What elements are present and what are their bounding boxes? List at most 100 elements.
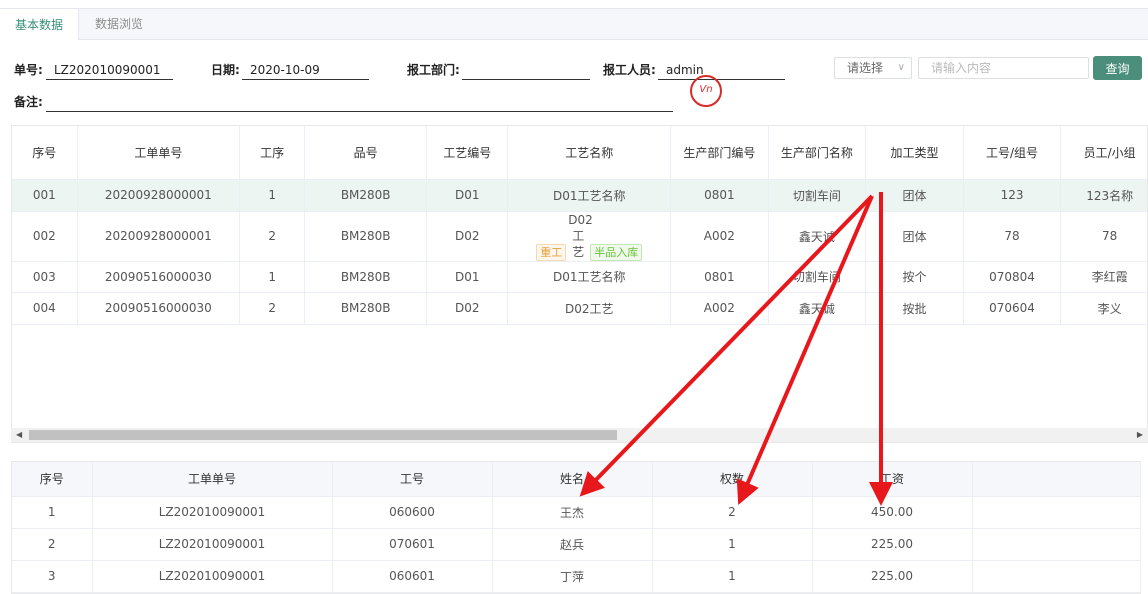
cell-wage: 450.00 (812, 496, 973, 529)
cell-step: 2 (239, 292, 306, 325)
order-label: 单号: (14, 63, 43, 77)
cell-order: 20200928000001 (77, 211, 241, 262)
cell-step: 2 (239, 211, 306, 262)
col-header[interactable]: 生产部门名称 (768, 126, 867, 180)
table-row[interactable]: 002 20200928000001 2 BM280B D02 重工D02工艺半… (12, 211, 1147, 262)
cell-name: 王杰 (492, 496, 653, 529)
cell-item: BM280B (304, 211, 428, 262)
query-button[interactable]: 查询 (1093, 56, 1142, 80)
cell-craft-no: D02 (426, 211, 509, 262)
cell-emp-no: 060600 (332, 496, 493, 529)
col-header[interactable]: 序号 (12, 126, 78, 180)
table-row[interactable]: 3 LZ202010090001 060601 丁萍 1 225.00 (12, 560, 1141, 593)
cell-emp-name: 李义 (1060, 292, 1147, 325)
cell-name: 丁萍 (492, 560, 653, 593)
cell-emp-no: 060601 (332, 560, 493, 593)
scroll-left-icon[interactable]: ◀ (16, 428, 22, 442)
cell-seq: 003 (12, 261, 78, 293)
cell-craft-name: D01工艺名称 (507, 179, 672, 212)
staff-field[interactable]: admin (658, 60, 785, 80)
cell-item: BM280B (304, 261, 428, 293)
cell-craft-no: D01 (426, 179, 509, 212)
scroll-right-icon[interactable]: ▶ (1137, 428, 1143, 442)
cell-seq: 1 (12, 496, 93, 529)
rework-tag: 重工 (536, 243, 567, 261)
cell-item: BM280B (304, 179, 428, 212)
order-field[interactable]: LZ202010090001 (46, 60, 173, 80)
cell-dept-name: 鑫天诚 (768, 292, 867, 325)
detail-table: 序号 工单单号 工号 姓名 权数 工资 1 LZ202010090001 060… (11, 461, 1141, 594)
cell-dept-name: 鑫天诚 (768, 211, 867, 262)
cell-order: LZ202010090001 (92, 560, 333, 593)
cell-emp-no: 070601 (332, 528, 493, 561)
col-header[interactable]: 工号/组号 (963, 126, 1062, 180)
cell-order: LZ202010090001 (92, 496, 333, 529)
craft-name-text: D02工艺 (568, 212, 593, 259)
cell-emp-name: 123名称 (1060, 179, 1147, 212)
cell-name: 赵兵 (492, 528, 653, 561)
remark-label: 备注: (14, 95, 43, 109)
staff-label: 报工人员: (603, 63, 656, 77)
cell-seq: 004 (12, 292, 78, 325)
filter-select-value: 请选择 (847, 61, 884, 75)
cell-craft-no: D01 (426, 261, 509, 293)
date-field[interactable]: 2020-10-09 (242, 60, 369, 80)
col-header[interactable]: 加工类型 (865, 126, 964, 180)
tab-data-browse[interactable]: 数据浏览 (80, 8, 158, 40)
date-label: 日期: (211, 63, 240, 77)
cell-type: 按批 (865, 292, 964, 325)
col-header-empty (972, 462, 1141, 497)
cell-seq: 3 (12, 560, 93, 593)
tab-basic-data[interactable]: 基本数据 (0, 8, 79, 40)
col-header[interactable]: 工资 (812, 462, 973, 497)
col-header[interactable]: 员工/小组 (1060, 126, 1147, 180)
dept-field[interactable] (462, 60, 590, 80)
horizontal-scrollbar[interactable]: ◀ ▶ (11, 428, 1148, 442)
remark-field[interactable] (46, 92, 673, 112)
col-header[interactable]: 工序 (239, 126, 306, 180)
cell-item: BM280B (304, 292, 428, 325)
col-header[interactable]: 工艺名称 (507, 126, 672, 180)
semi-stock-tag: 半品入库 (590, 243, 643, 261)
detail-table-header: 序号 工单单号 工号 姓名 权数 工资 (12, 462, 1141, 497)
table-row[interactable]: 003 20090516000030 1 BM280B D01 D01工艺名称 … (12, 261, 1147, 293)
cell-step: 1 (239, 261, 306, 293)
table-row[interactable]: 1 LZ202010090001 060600 王杰 2 450.00 (12, 496, 1141, 529)
col-header[interactable]: 工艺编号 (426, 126, 509, 180)
main-table-header: 序号 工单单号 工序 品号 工艺编号 工艺名称 生产部门编号 生产部门名称 加工… (12, 126, 1147, 180)
filter-select[interactable]: 请选择 ∨ (834, 57, 912, 79)
col-header[interactable]: 工号 (332, 462, 493, 497)
cell-order: 20090516000030 (77, 292, 241, 325)
cell-step: 1 (239, 179, 306, 212)
cell-dept-no: 0801 (670, 179, 769, 212)
col-header[interactable]: 权数 (652, 462, 813, 497)
col-header[interactable]: 序号 (12, 462, 93, 497)
cell-dept-no: A002 (670, 292, 769, 325)
cell-dept-no: 0801 (670, 261, 769, 293)
col-header[interactable]: 工单单号 (92, 462, 333, 497)
col-header[interactable]: 品号 (304, 126, 428, 180)
cell-emp-no: 070804 (963, 261, 1062, 293)
col-header[interactable]: 生产部门编号 (670, 126, 769, 180)
main-table: 序号 工单单号 工序 品号 工艺编号 工艺名称 生产部门编号 生产部门名称 加工… (11, 125, 1148, 443)
cell-order: 20090516000030 (77, 261, 241, 293)
cell-type: 团体 (865, 179, 964, 212)
table-row[interactable]: 001 20200928000001 1 BM280B D01 D01工艺名称 … (12, 179, 1147, 212)
table-row[interactable]: 2 LZ202010090001 070601 赵兵 1 225.00 (12, 528, 1141, 561)
cell-seq: 002 (12, 211, 78, 262)
cell-craft-name: D01工艺名称 (507, 261, 672, 293)
col-header[interactable]: 工单单号 (77, 126, 241, 180)
cell-emp-name: 李红霞 (1060, 261, 1147, 293)
cell-wage: 225.00 (812, 528, 973, 561)
cell-dept-name: 切割车间 (768, 179, 867, 212)
cell-weight: 1 (652, 528, 813, 561)
cell-empty (972, 496, 1141, 529)
cell-dept-no: A002 (670, 211, 769, 262)
cell-weight: 1 (652, 560, 813, 593)
col-header[interactable]: 姓名 (492, 462, 653, 497)
scrollbar-thumb[interactable] (29, 430, 617, 440)
dept-label: 报工部门: (407, 63, 460, 77)
table-row[interactable]: 004 20090516000030 2 BM280B D02 D02工艺 A0… (12, 292, 1147, 325)
search-input[interactable] (918, 57, 1089, 79)
cell-weight: 2 (652, 496, 813, 529)
